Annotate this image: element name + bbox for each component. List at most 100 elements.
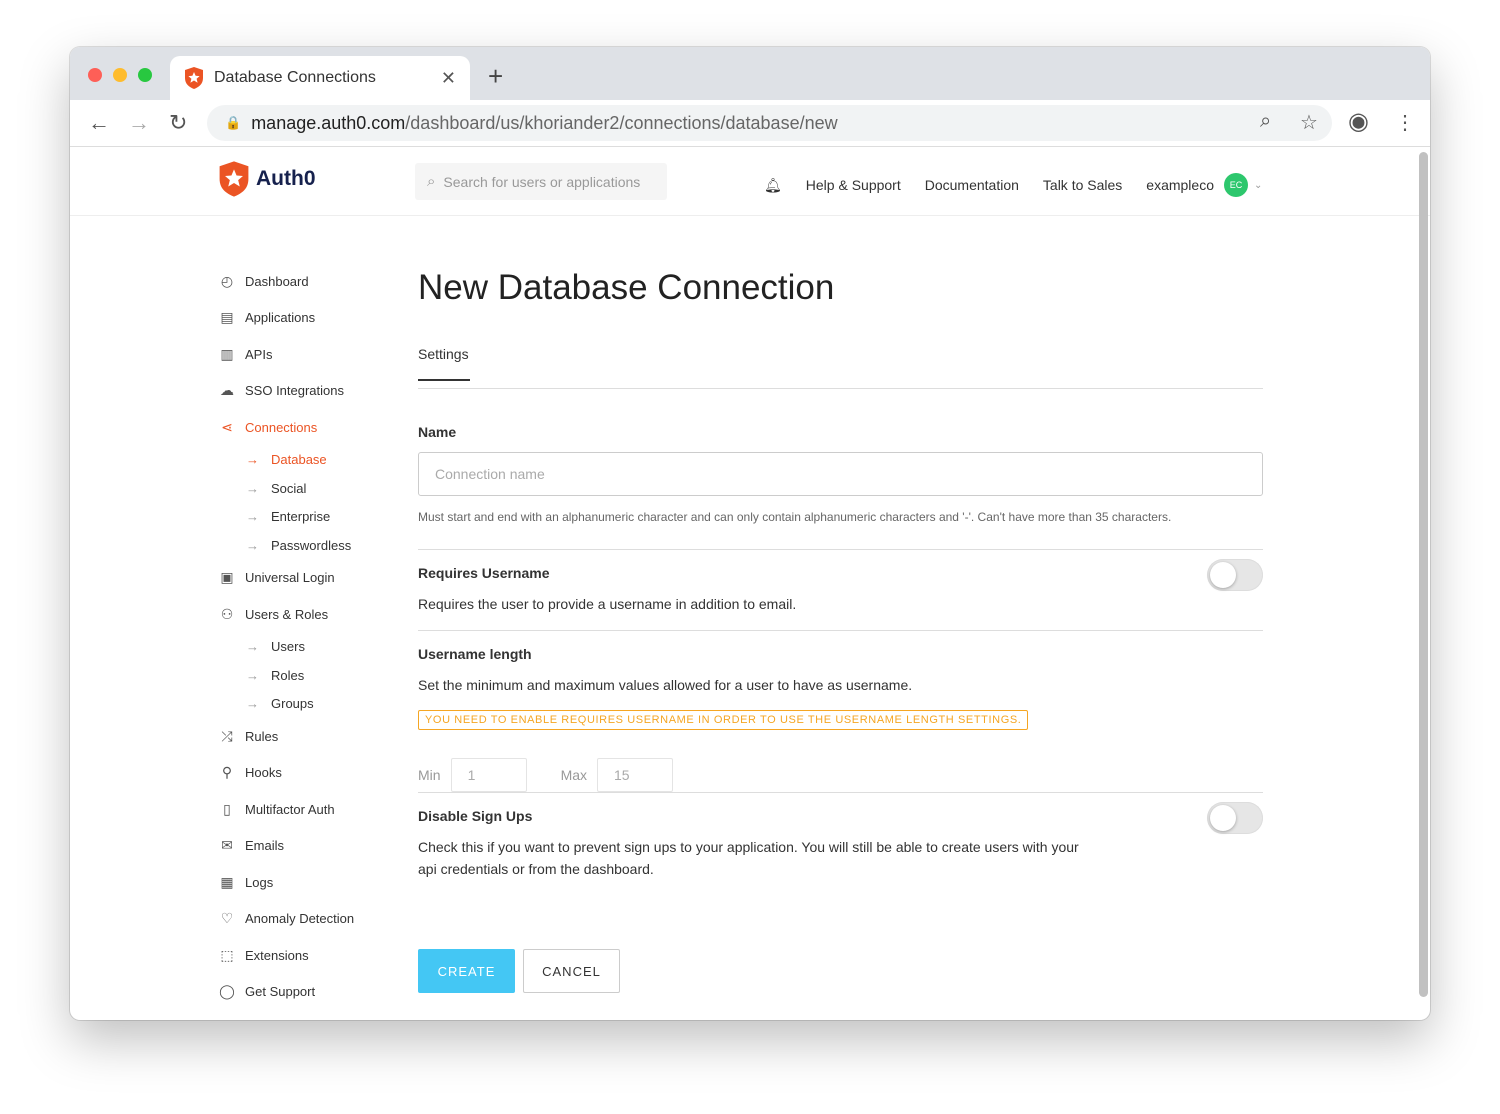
search-input[interactable]: ⌕ Search for users or applications [415, 163, 667, 200]
main-content: New Database Connection Settings Name Co… [418, 263, 1263, 993]
cloud-icon: ☁ [220, 382, 234, 399]
min-value: 1 [467, 767, 476, 783]
auth0-logo-icon [219, 161, 249, 197]
menu-icon[interactable]: ⋮ [1395, 110, 1415, 135]
cancel-button[interactable]: CANCEL [523, 949, 620, 993]
max-input[interactable]: 15 [597, 758, 674, 792]
lock-icon: 🔒 [225, 115, 242, 130]
sidebar-item-get-support[interactable]: ◯ Get Support [218, 974, 354, 1011]
logs-icon: ▦ [220, 873, 234, 890]
sidebar-item-label: Get Support [245, 984, 316, 1000]
arrow-right-icon: → [246, 452, 259, 468]
arrow-right-icon: → [246, 537, 259, 553]
auth0-favicon-icon [185, 67, 203, 89]
sidebar-subitem-users[interactable]: → Users [218, 633, 354, 662]
sidebar-item-anomaly-detection[interactable]: ♡ Anomaly Detection [218, 901, 354, 938]
sidebar-subitem-label: Social [271, 480, 307, 496]
sidebar-item-connections[interactable]: ⋖ Connections [218, 409, 354, 446]
sidebar-subitem-database[interactable]: → Database [218, 446, 354, 475]
sidebar-item-emails[interactable]: ✉ Emails [218, 828, 354, 865]
reload-icon[interactable]: ↻ [169, 110, 187, 136]
mail-icon: ✉ [221, 837, 233, 854]
browser-toolbar: ← → ↻ 🔒 manage.auth0.com/dashboard/us/kh… [70, 100, 1430, 147]
page: Auth0 ⌕ Search for users or applications … [70, 147, 1430, 1020]
help-support-link[interactable]: Help & Support [806, 177, 901, 193]
maximize-window-button[interactable] [138, 68, 152, 82]
sidebar-item-rules[interactable]: ⤮ Rules [218, 718, 354, 755]
arrow-right-icon: → [246, 696, 259, 712]
zoom-icon[interactable]: ⌕ [1260, 110, 1271, 133]
sidebar-subitem-groups[interactable]: → Groups [218, 690, 354, 719]
username-warning-badge: YOU NEED TO ENABLE REQUIRES USERNAME IN … [418, 710, 1029, 730]
sidebar-item-label: Rules [245, 728, 279, 744]
scrollbar[interactable] [1419, 152, 1428, 997]
sidebar-item-hooks[interactable]: ⚲ Hooks [218, 755, 354, 792]
sidebar-subitem-enterprise[interactable]: → Enterprise [218, 503, 354, 532]
sidebar-subitem-label: Roles [271, 667, 305, 683]
url-host: manage.auth0.com [251, 112, 406, 133]
sidebar-item-label: Applications [245, 310, 316, 326]
talk-to-sales-link[interactable]: Talk to Sales [1043, 177, 1122, 193]
star-icon[interactable]: ☆ [1300, 110, 1318, 135]
sidebar-item-label: APIs [245, 346, 273, 362]
back-icon[interactable]: ← [88, 110, 110, 136]
max-label: Max [560, 767, 588, 783]
sidebar-item-multifactor-auth[interactable]: ▯ Multifactor Auth [218, 791, 354, 828]
chevron-down-icon[interactable]: ⌄ [1254, 180, 1262, 191]
auth0-logo[interactable]: Auth0 [218, 161, 316, 197]
browser-tab[interactable]: Database Connections ✕ [170, 56, 470, 100]
search-placeholder: Search for users or applications [443, 173, 641, 190]
close-window-button[interactable] [88, 68, 102, 82]
new-tab-icon[interactable]: + [488, 61, 503, 92]
sidebar-item-applications[interactable]: ▤ Applications [218, 300, 354, 337]
dashboard-icon: ◴ [220, 272, 234, 289]
phone-icon: ▯ [223, 800, 231, 817]
sidebar-subitem-social[interactable]: → Social [218, 474, 354, 503]
sidebar-item-universal-login[interactable]: ▣ Universal Login [218, 560, 354, 597]
profile-icon[interactable]: ◉ [1348, 107, 1369, 136]
address-bar[interactable]: 🔒 manage.auth0.com/dashboard/us/khoriand… [207, 105, 1332, 141]
avatar[interactable]: EC [1223, 173, 1248, 197]
sidebar-item-logs[interactable]: ▦ Logs [218, 864, 354, 901]
requires-username-desc: Requires the user to provide a username … [418, 596, 797, 612]
sidebar-item-label: Hooks [245, 765, 282, 781]
sidebar-item-label: Emails [245, 838, 285, 854]
apis-icon: ▥ [220, 345, 234, 362]
disable-signups-toggle[interactable] [1207, 802, 1263, 834]
sidebar: ◴ Dashboard ▤ Applications ▥ APIs ☁ SSO Integra… [218, 263, 354, 1010]
sidebar-item-sso-integrations[interactable]: ☁ SSO Integrations [218, 373, 354, 410]
disable-signups-label: Disable Sign Ups [418, 808, 533, 824]
arrow-right-icon: → [246, 509, 259, 525]
arrow-right-icon: → [246, 667, 259, 683]
max-value: 15 [614, 767, 630, 783]
tenant-name[interactable]: exampleco [1146, 177, 1214, 193]
tab-bar: Database Connections ✕ + [70, 47, 1430, 100]
sidebar-subitem-roles[interactable]: → Roles [218, 661, 354, 690]
tab-settings[interactable]: Settings [418, 346, 470, 381]
min-input[interactable]: 1 [450, 758, 527, 792]
browser-window: Database Connections ✕ + ← → ↻ 🔒 manage.… [70, 47, 1430, 1020]
create-button[interactable]: CREATE [418, 949, 515, 993]
sidebar-subitem-passwordless[interactable]: → Passwordless [218, 531, 354, 560]
login-icon: ▣ [220, 569, 234, 586]
forward-icon[interactable]: → [128, 110, 150, 136]
documentation-link[interactable]: Documentation [925, 177, 1019, 193]
sidebar-item-label: Multifactor Auth [245, 801, 335, 817]
close-tab-icon[interactable]: ✕ [441, 68, 456, 89]
users-icon: ⚇ [220, 605, 234, 622]
brand-name: Auth0 [256, 167, 316, 190]
requires-username-toggle[interactable] [1207, 559, 1263, 591]
name-label: Name [418, 424, 457, 440]
sidebar-item-users-roles[interactable]: ⚇ Users & Roles [218, 596, 354, 633]
bell-icon[interactable]: 🔔︎ [764, 177, 782, 194]
rules-icon: ⤮ [221, 727, 233, 744]
sidebar-item-apis[interactable]: ▥ APIs [218, 336, 354, 373]
sidebar-item-extensions[interactable]: ⬚ Extensions [218, 937, 354, 974]
sidebar-item-label: Users & Roles [245, 606, 329, 622]
connection-name-input[interactable]: Connection name [418, 452, 1263, 496]
heart-icon: ♡ [220, 910, 234, 927]
connections-icon: ⋖ [221, 418, 233, 435]
sidebar-item-label: Extensions [245, 947, 309, 963]
sidebar-item-dashboard[interactable]: ◴ Dashboard [218, 263, 354, 300]
minimize-window-button[interactable] [113, 68, 127, 82]
